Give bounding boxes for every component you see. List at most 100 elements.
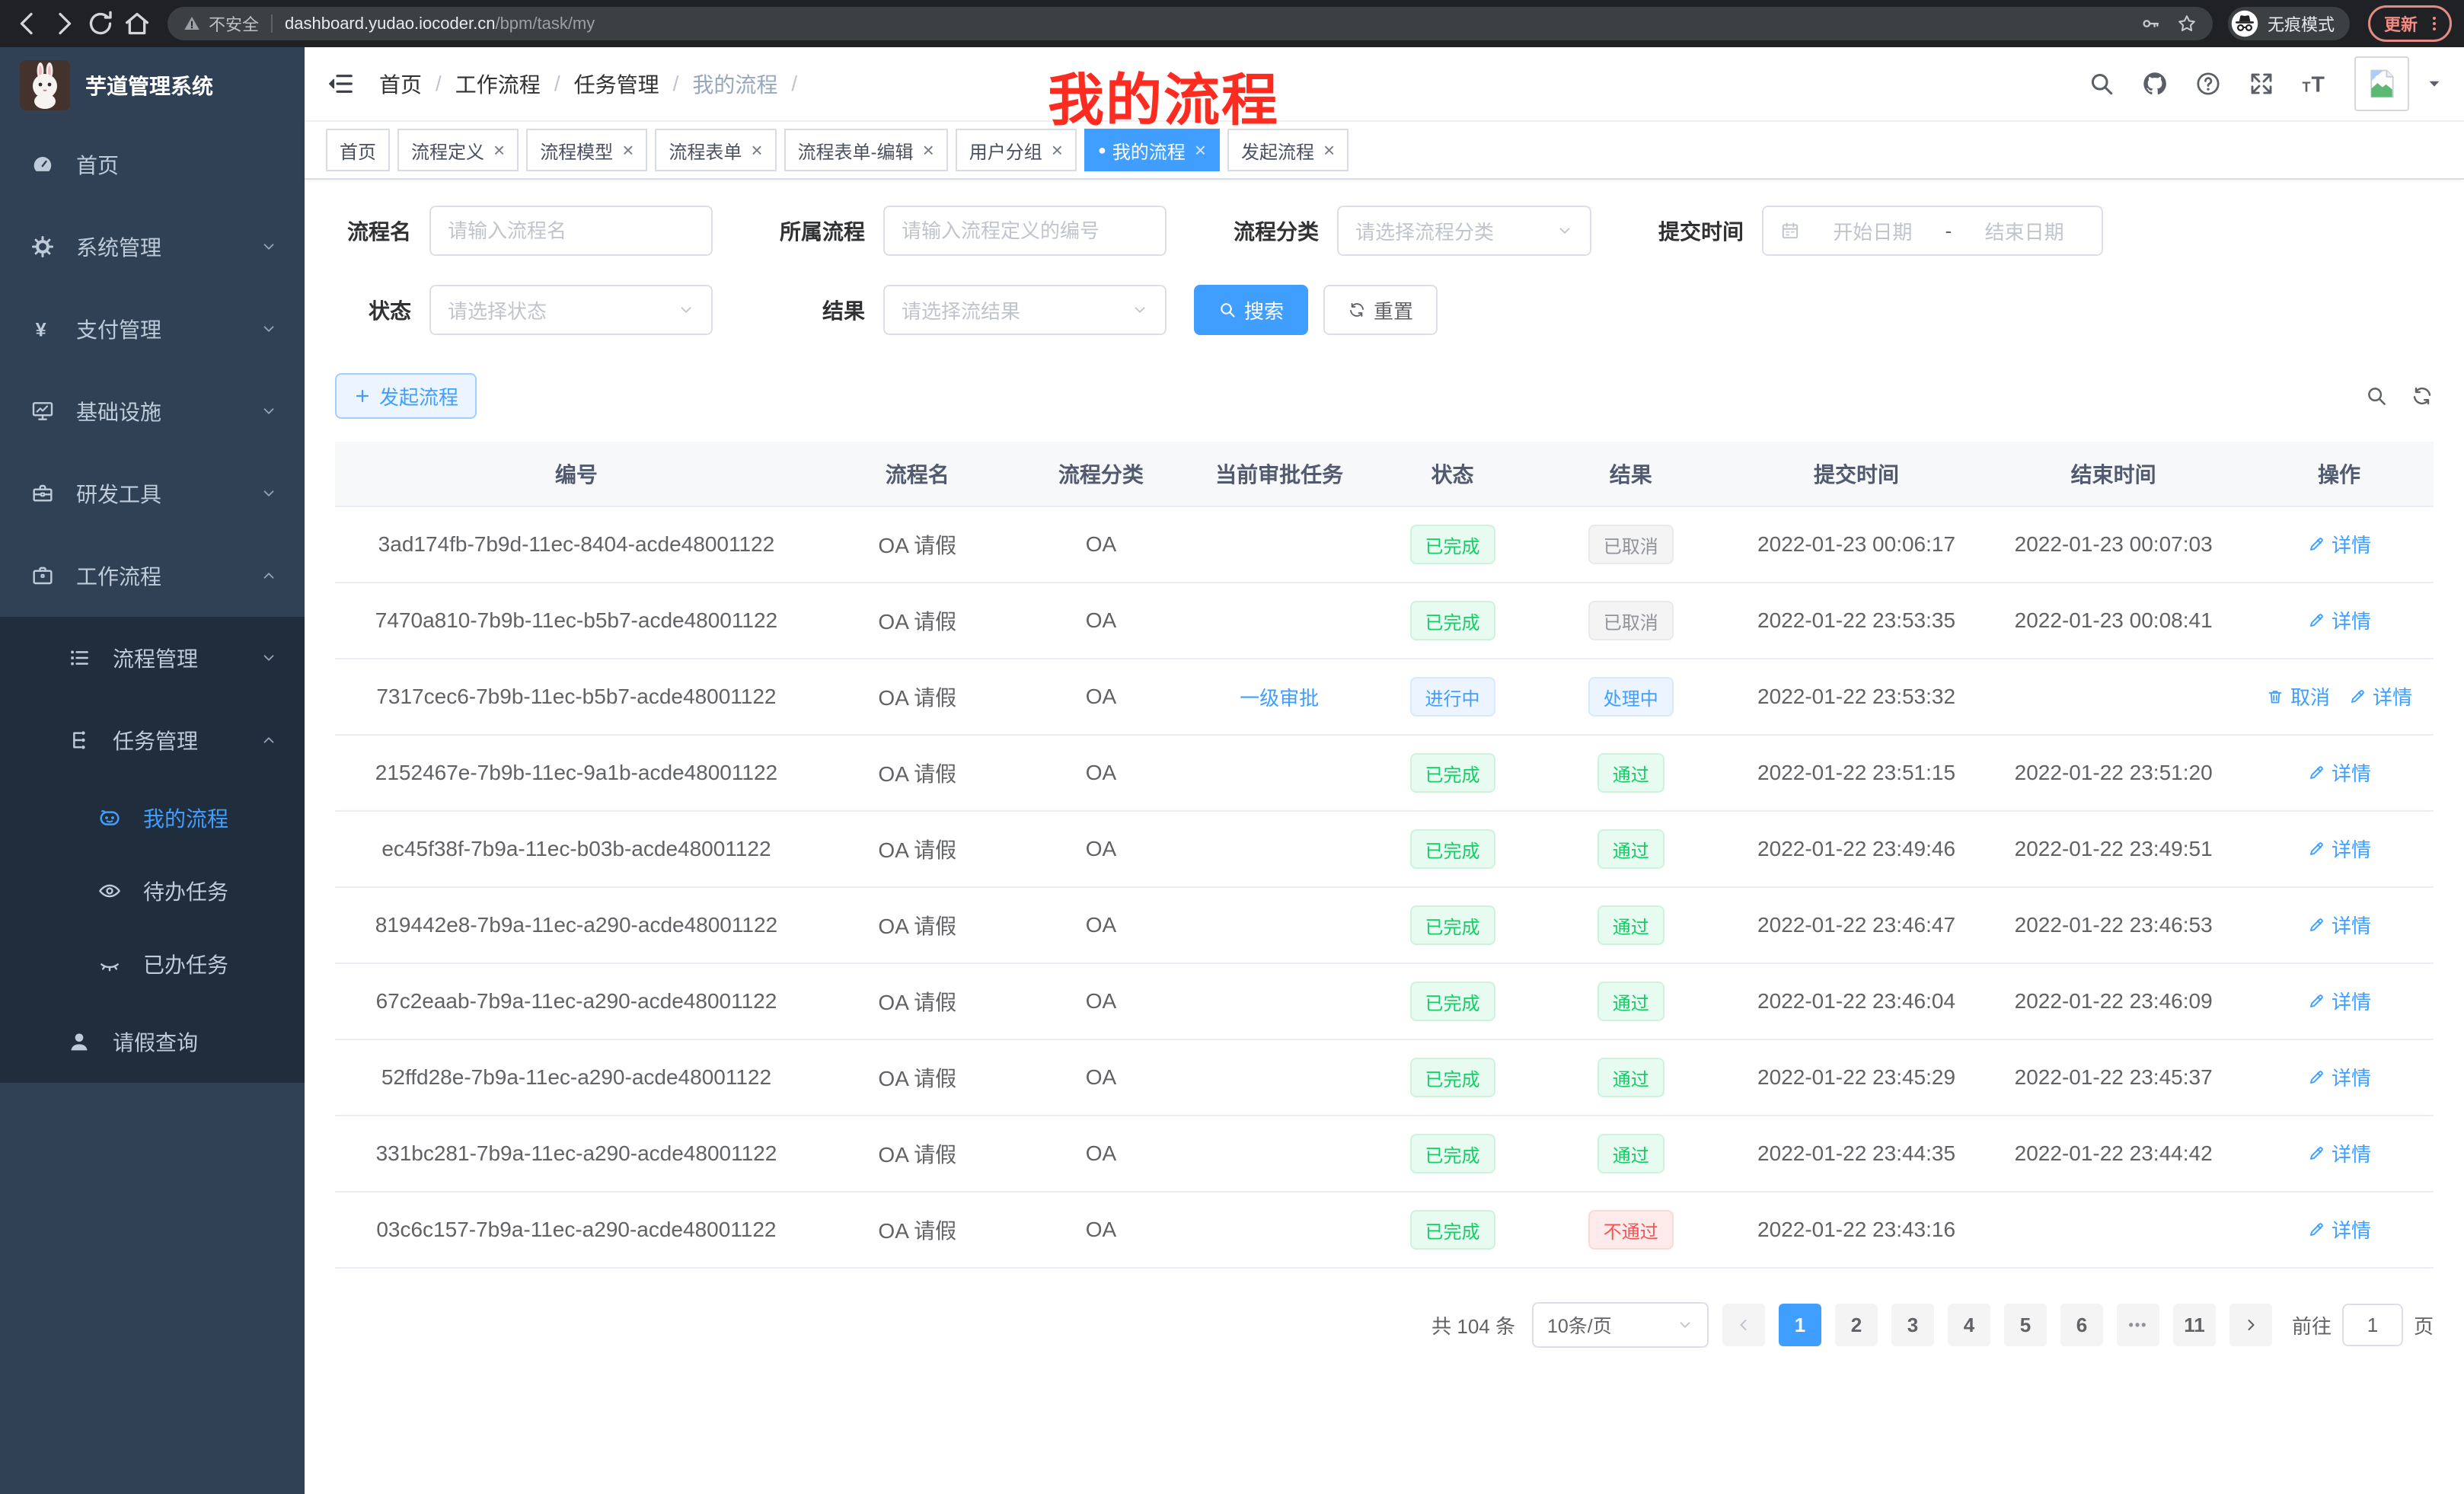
current-task-link[interactable]: 一级审批: [1240, 683, 1319, 711]
detail-action-link[interactable]: 详情: [2307, 1215, 2371, 1243]
sidebar-item[interactable]: 请假查询: [0, 1001, 305, 1083]
header-search-icon[interactable]: [2088, 70, 2115, 97]
tab[interactable]: 流程表单-编辑 ×: [784, 129, 948, 171]
submit-time-range-picker[interactable]: 开始日期 - 结束日期: [1762, 206, 2103, 256]
close-icon[interactable]: ×: [1195, 140, 1206, 160]
font-size-icon[interactable]: TT: [2301, 70, 2328, 97]
detail-action-link[interactable]: 详情: [2348, 682, 2412, 710]
cell-id: 331bc281-7b9a-11ec-a290-acde48001122: [335, 1116, 818, 1192]
bookmark-star-icon[interactable]: [2176, 13, 2197, 34]
avatar-caret-icon[interactable]: [2426, 75, 2443, 92]
detail-action-link[interactable]: 详情: [2307, 911, 2371, 939]
process-name-input-field[interactable]: [448, 219, 694, 243]
page-size-select[interactable]: 10条/页: [1532, 1302, 1709, 1348]
page-number-button[interactable]: 4: [1948, 1304, 1990, 1346]
detail-action-link[interactable]: 详情: [2307, 1063, 2371, 1091]
page-number-button[interactable]: 2: [1835, 1304, 1878, 1346]
detail-action-link[interactable]: 详情: [2307, 1139, 2371, 1167]
close-icon[interactable]: ×: [923, 140, 934, 160]
next-page-button[interactable]: [2229, 1304, 2272, 1346]
page-number-button[interactable]: 11: [2173, 1304, 2216, 1346]
create-process-button[interactable]: 发起流程: [335, 373, 477, 419]
sidebar-item[interactable]: 流程管理: [0, 617, 305, 699]
goto-page-input[interactable]: [2342, 1304, 2403, 1346]
process-name-input[interactable]: [429, 206, 713, 256]
column-header: 状态: [1374, 442, 1531, 506]
browser-home-icon[interactable]: [122, 8, 152, 39]
help-icon[interactable]: [2194, 70, 2222, 97]
cell-category: OA: [1017, 1039, 1185, 1116]
cell-process-name: OA 请假: [818, 1039, 1017, 1116]
tab[interactable]: 流程定义 ×: [397, 129, 519, 171]
chevron-down-icon: [1556, 222, 1573, 239]
close-icon[interactable]: ×: [1052, 140, 1063, 160]
incognito-icon: [2231, 10, 2258, 37]
close-icon[interactable]: ×: [622, 140, 634, 160]
sidebar-menu: 首页 系统管理 ¥ 支付管理 基础设施 研发工具 工作流程: [0, 123, 305, 1083]
toggle-search-icon[interactable]: [2365, 385, 2388, 407]
detail-action-link[interactable]: 详情: [2307, 835, 2371, 863]
page-number-button[interactable]: 6: [2060, 1304, 2103, 1346]
sidebar-item[interactable]: 待办任务: [0, 854, 305, 927]
tab[interactable]: 首页: [326, 129, 390, 171]
reset-button[interactable]: 重置: [1323, 285, 1438, 335]
detail-action-link[interactable]: 详情: [2307, 606, 2371, 634]
close-icon[interactable]: ×: [493, 140, 505, 160]
user-icon: [67, 1030, 91, 1054]
detail-action-link[interactable]: 详情: [2307, 530, 2371, 558]
prev-page-button[interactable]: [1722, 1304, 1765, 1346]
page-number-button[interactable]: •••: [2117, 1304, 2159, 1346]
result-select[interactable]: 请选择流结果: [883, 285, 1167, 335]
sidebar-item[interactable]: 已办任务: [0, 927, 305, 1001]
sidebar-item[interactable]: ¥ 支付管理: [0, 288, 305, 370]
breadcrumb-item[interactable]: 首页 /: [379, 69, 455, 99]
browser-menu-icon[interactable]: [2425, 13, 2443, 34]
tab[interactable]: 流程模型 ×: [526, 129, 647, 171]
sidebar-toggle-icon[interactable]: [326, 69, 355, 98]
detail-action-link[interactable]: 详情: [2307, 987, 2371, 1015]
avatar[interactable]: [2354, 56, 2409, 111]
incognito-badge: 无痕模式: [2228, 7, 2350, 40]
sidebar-item[interactable]: 研发工具: [0, 452, 305, 535]
fullscreen-icon[interactable]: [2248, 70, 2275, 97]
breadcrumb-item[interactable]: 我的流程 /: [692, 69, 811, 99]
close-icon[interactable]: ×: [1323, 140, 1335, 160]
sidebar-item[interactable]: 工作流程: [0, 535, 305, 617]
refresh-table-icon[interactable]: [2411, 385, 2434, 407]
sidebar-item[interactable]: 首页: [0, 123, 305, 206]
page-number-button[interactable]: 3: [1891, 1304, 1934, 1346]
browser-update-button[interactable]: 更新: [2368, 5, 2452, 42]
parent-process-input-field[interactable]: [902, 219, 1148, 243]
sidebar-item[interactable]: 系统管理: [0, 206, 305, 288]
sidebar-item[interactable]: 我的流程: [0, 781, 305, 854]
cell-process-name: OA 请假: [818, 659, 1017, 735]
parent-process-input[interactable]: [883, 206, 1167, 256]
detail-action-link[interactable]: 详情: [2307, 758, 2371, 787]
breadcrumb-item[interactable]: 工作流程 /: [455, 69, 574, 99]
close-icon[interactable]: ×: [751, 140, 762, 160]
tab[interactable]: 流程表单 ×: [655, 129, 776, 171]
browser-reload-icon[interactable]: [85, 8, 116, 39]
tab[interactable]: ● 我的流程 ×: [1084, 129, 1220, 171]
tab[interactable]: 用户分组 ×: [956, 129, 1077, 171]
breadcrumb-item[interactable]: 任务管理 /: [574, 69, 693, 99]
cell-id: 67c2eaab-7b9a-11ec-a290-acde48001122: [335, 963, 818, 1039]
process-table: 编号 流程名 流程分类 当前审批任务 状态 结果 提交时间 结束时间 操作 3a…: [335, 442, 2434, 1269]
github-icon[interactable]: [2141, 70, 2169, 97]
browser-forward-icon[interactable]: [49, 8, 79, 39]
address-bar[interactable]: 不安全 dashboard.yudao.iocoder.cn /bpm/task…: [168, 7, 2213, 40]
status-select[interactable]: 请选择状态: [429, 285, 713, 335]
page-number-button[interactable]: 1: [1779, 1304, 1821, 1346]
cell-id: ec45f38f-7b9a-11ec-b03b-acde48001122: [335, 811, 818, 887]
cell-id: 2152467e-7b9b-11ec-9a1b-acde48001122: [335, 735, 818, 811]
password-key-icon[interactable]: [2140, 13, 2161, 34]
cancel-action-link[interactable]: 取消: [2266, 682, 2330, 710]
sidebar-item[interactable]: 基础设施: [0, 370, 305, 452]
sidebar-item[interactable]: 任务管理: [0, 699, 305, 781]
page-number-button[interactable]: 5: [2004, 1304, 2047, 1346]
tab[interactable]: 发起流程 ×: [1227, 129, 1348, 171]
category-select[interactable]: 请选择流程分类: [1337, 206, 1591, 256]
status-badge: 已完成: [1410, 829, 1495, 869]
search-button[interactable]: 搜索: [1194, 285, 1308, 335]
browser-back-icon[interactable]: [12, 8, 43, 39]
